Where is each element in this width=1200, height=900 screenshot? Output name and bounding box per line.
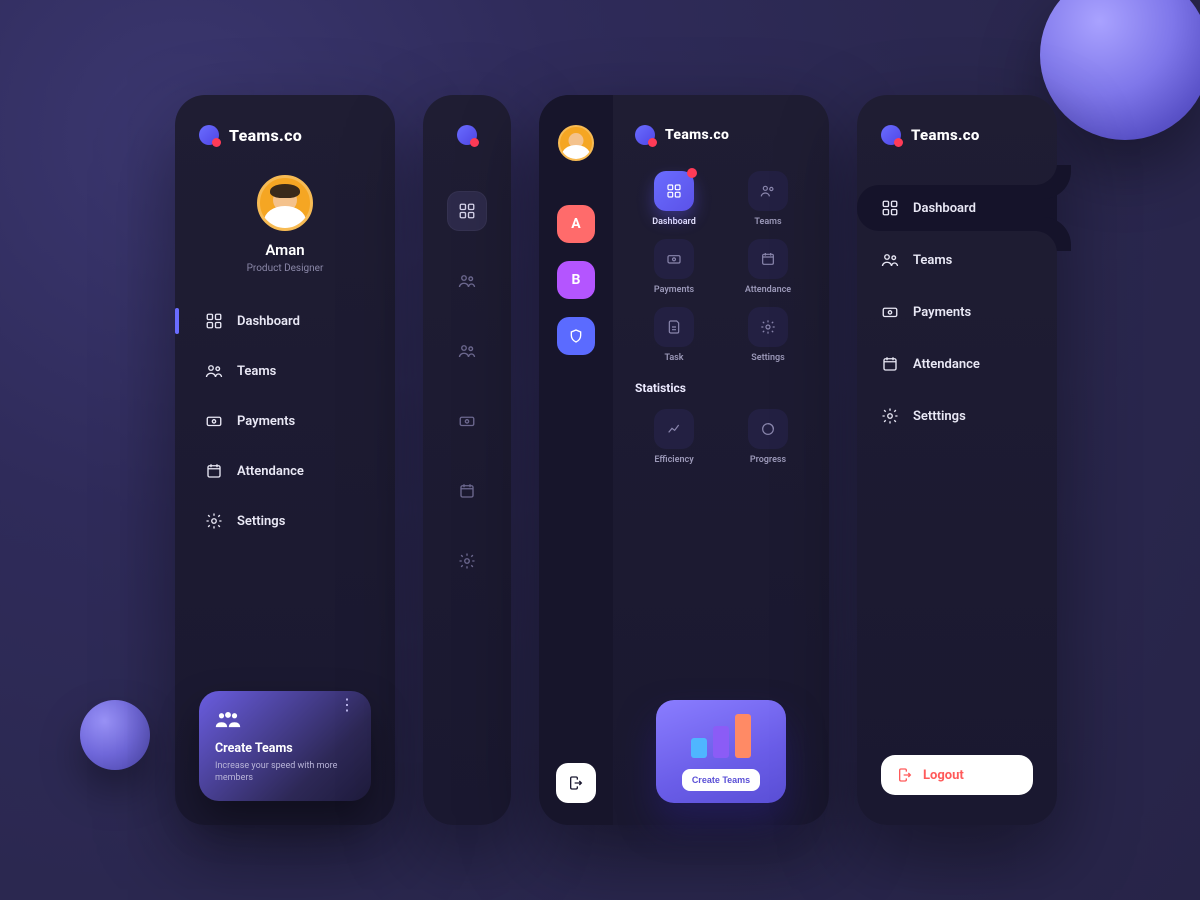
payments-icon <box>881 303 899 321</box>
nav-label: Dashboard <box>237 314 300 329</box>
rail-item-dashboard[interactable] <box>447 191 487 231</box>
user-name: Aman <box>199 241 371 259</box>
bar-chart-icon <box>668 714 774 758</box>
user-role: Product Designer <box>199 263 371 274</box>
team-group-icon <box>215 709 355 733</box>
artboard: Teams.co Aman Product Designer Dashboard… <box>175 95 1060 825</box>
nav-label: Teams <box>237 364 276 379</box>
tile-payments[interactable]: Payments <box>635 239 713 295</box>
workspace-tab-a[interactable]: A <box>557 205 595 243</box>
nav-item-attendance[interactable]: Attendance <box>199 452 371 490</box>
section-statistics-title: Statistics <box>635 381 807 395</box>
gear-icon <box>205 512 223 530</box>
nav-item-payments[interactable]: Payments <box>199 402 371 440</box>
stats-grid: Efficiency Progress <box>635 409 807 465</box>
tile-label: Payments <box>654 285 694 295</box>
brand-logo-icon <box>199 125 219 145</box>
tile-attendance[interactable]: Attendance <box>729 239 807 295</box>
dashboard-icon <box>881 199 899 217</box>
tile-dashboard[interactable]: Dashboard <box>635 171 713 227</box>
nav-label: Setttings <box>913 409 966 424</box>
nav-label: Teams <box>913 253 952 268</box>
avatar[interactable] <box>558 125 594 161</box>
tile-grid: Dashboard Teams Payments Attendance Task <box>635 171 807 363</box>
teams-icon <box>205 362 223 380</box>
sidebar-variant-pill: Teams.co Dashboard Teams Payments Attend… <box>857 95 1057 825</box>
avatar[interactable] <box>257 175 313 231</box>
tile-label: Efficiency <box>654 455 693 465</box>
rail-item-attendance[interactable] <box>447 471 487 511</box>
tile-progress[interactable]: Progress <box>729 409 807 465</box>
brand-name: Teams.co <box>911 126 980 144</box>
tile-efficiency[interactable]: Efficiency <box>635 409 713 465</box>
nav-item-attendance[interactable]: Attendance <box>857 341 1057 387</box>
workspace-tab-b[interactable]: B <box>557 261 595 299</box>
rail-item-teams[interactable] <box>447 261 487 301</box>
cta-subtitle: Increase your speed with more members <box>215 760 355 785</box>
tile-label: Settings <box>751 353 785 363</box>
nav-list: Dashboard Teams Payments Attendance Sett… <box>857 185 1057 439</box>
brand-name: Teams.co <box>665 127 729 143</box>
sidebar-variant-rail <box>423 95 511 825</box>
tile-task[interactable]: Task <box>635 307 713 363</box>
nav-label: Payments <box>237 414 295 429</box>
decor-sphere-bottom <box>80 700 150 770</box>
create-teams-card[interactable]: ⋮ Create Teams Increase your speed with … <box>199 691 371 801</box>
rail-item-settings[interactable] <box>447 541 487 581</box>
nav-label: Settings <box>237 514 285 529</box>
brand: Teams.co <box>199 125 371 145</box>
cta-title: Create Teams <box>215 741 355 756</box>
nav-label: Attendance <box>237 464 304 479</box>
split-left-rail: A B <box>539 95 613 825</box>
brand-logo-icon <box>881 125 901 145</box>
brand: Teams.co <box>635 125 807 145</box>
workspace-tabs: A B <box>557 205 595 355</box>
nav-item-dashboard[interactable]: Dashboard <box>199 302 371 340</box>
logout-icon <box>897 767 913 783</box>
nav-list: Dashboard Teams Payments Attendance Sett… <box>199 302 371 540</box>
brand-logo-icon <box>457 125 477 145</box>
nav-item-dashboard[interactable]: Dashboard <box>857 185 1057 231</box>
gear-icon <box>881 407 899 425</box>
more-icon[interactable]: ⋮ <box>339 703 357 707</box>
rail-nav <box>447 191 487 581</box>
calendar-icon <box>205 462 223 480</box>
rail-item-payments[interactable] <box>447 401 487 441</box>
sidebar-variant-split: A B Teams.co Dashboard Teams <box>539 95 829 825</box>
tile-label: Dashboard <box>652 217 696 227</box>
tile-label: Attendance <box>745 285 791 295</box>
create-teams-button[interactable]: Create Teams <box>682 769 760 791</box>
tile-settings[interactable]: Settings <box>729 307 807 363</box>
dashboard-icon <box>205 312 223 330</box>
workspace-tab-shield[interactable] <box>557 317 595 355</box>
split-right-panel: Teams.co Dashboard Teams Payments Atte <box>613 95 829 825</box>
brand-name: Teams.co <box>229 126 302 145</box>
nav-item-teams[interactable]: Teams <box>857 237 1057 283</box>
calendar-icon <box>881 355 899 373</box>
tile-teams[interactable]: Teams <box>729 171 807 227</box>
nav-item-settings[interactable]: Setttings <box>857 393 1057 439</box>
teams-icon <box>881 251 899 269</box>
brand-logo-icon <box>635 125 655 145</box>
stats-promo-card: Create Teams <box>656 700 786 803</box>
tile-label: Progress <box>750 455 786 465</box>
nav-label: Payments <box>913 305 971 320</box>
logout-button[interactable] <box>556 763 596 803</box>
nav-label: Dashboard <box>913 201 976 216</box>
nav-item-teams[interactable]: Teams <box>199 352 371 390</box>
brand <box>457 125 477 145</box>
tile-label: Task <box>664 353 683 363</box>
brand: Teams.co <box>881 125 1057 145</box>
nav-item-payments[interactable]: Payments <box>857 289 1057 335</box>
nav-item-settings[interactable]: Settings <box>199 502 371 540</box>
logout-button[interactable]: Logout <box>881 755 1033 795</box>
tile-label: Teams <box>754 217 781 227</box>
nav-label: Attendance <box>913 357 980 372</box>
payments-icon <box>205 412 223 430</box>
sidebar-variant-full: Teams.co Aman Product Designer Dashboard… <box>175 95 395 825</box>
logout-label: Logout <box>923 768 964 783</box>
rail-item-teams-alt[interactable] <box>447 331 487 371</box>
decor-sphere-top <box>1040 0 1200 140</box>
